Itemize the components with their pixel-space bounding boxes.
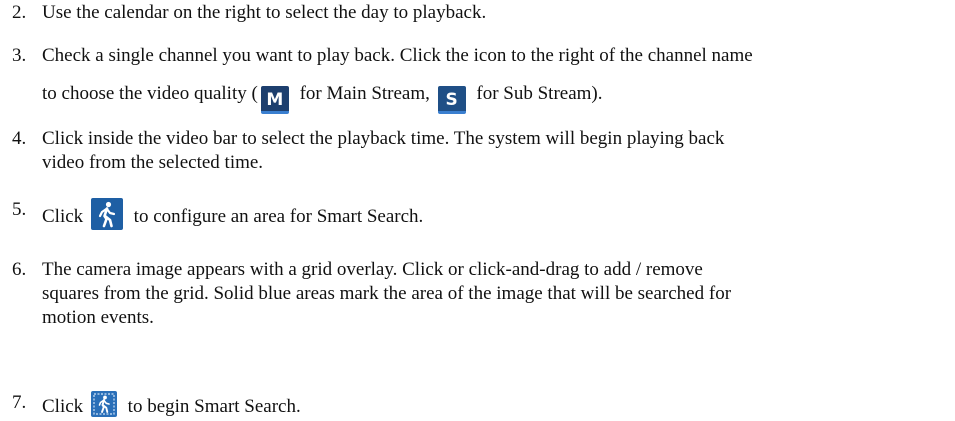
step-text: Use the calendar on the right to select … xyxy=(42,1,947,25)
step-line: squares from the grid. Solid blue areas … xyxy=(42,283,732,304)
step-line: Use the calendar on the right to select … xyxy=(42,2,487,23)
main-stream-icon[interactable]: M xyxy=(260,86,289,114)
step-line: for Main Stream, xyxy=(294,83,435,104)
step-line: Click inside the video bar to select the… xyxy=(42,128,725,149)
step-line: Click xyxy=(42,206,88,227)
step-line: The camera image appears with a grid ove… xyxy=(42,259,703,280)
step-line: to choose the video quality ( xyxy=(42,83,258,104)
step-line: Click xyxy=(42,396,88,417)
step-text: Click to begin Smart Search. xyxy=(42,391,947,419)
smart-search-icon[interactable] xyxy=(90,391,117,417)
step-line: to configure an area for Smart Search. xyxy=(128,206,424,227)
step-number: 2. xyxy=(12,2,27,23)
step-number: 5. xyxy=(12,199,27,220)
step-number: 6. xyxy=(12,259,27,280)
step-text: Click inside the video bar to select the… xyxy=(42,127,947,175)
step-line: to begin Smart Search. xyxy=(122,396,301,417)
walking-person-icon[interactable] xyxy=(90,198,123,230)
step-number: 7. xyxy=(12,392,27,413)
step-text: The camera image appears with a grid ove… xyxy=(42,258,947,330)
step-number: 4. xyxy=(12,128,27,149)
step-line: motion events. xyxy=(42,307,154,328)
step-line: for Sub Stream). xyxy=(471,83,603,104)
step-text: Click to configure an area for Smart Sea… xyxy=(42,198,947,230)
step-line: Check a single channel you want to play … xyxy=(42,45,753,66)
step-number: 3. xyxy=(12,45,27,66)
sub-stream-icon[interactable]: S xyxy=(437,86,466,114)
step-line: video from the selected time. xyxy=(42,152,264,173)
step-text: Check a single channel you want to play … xyxy=(42,44,947,114)
